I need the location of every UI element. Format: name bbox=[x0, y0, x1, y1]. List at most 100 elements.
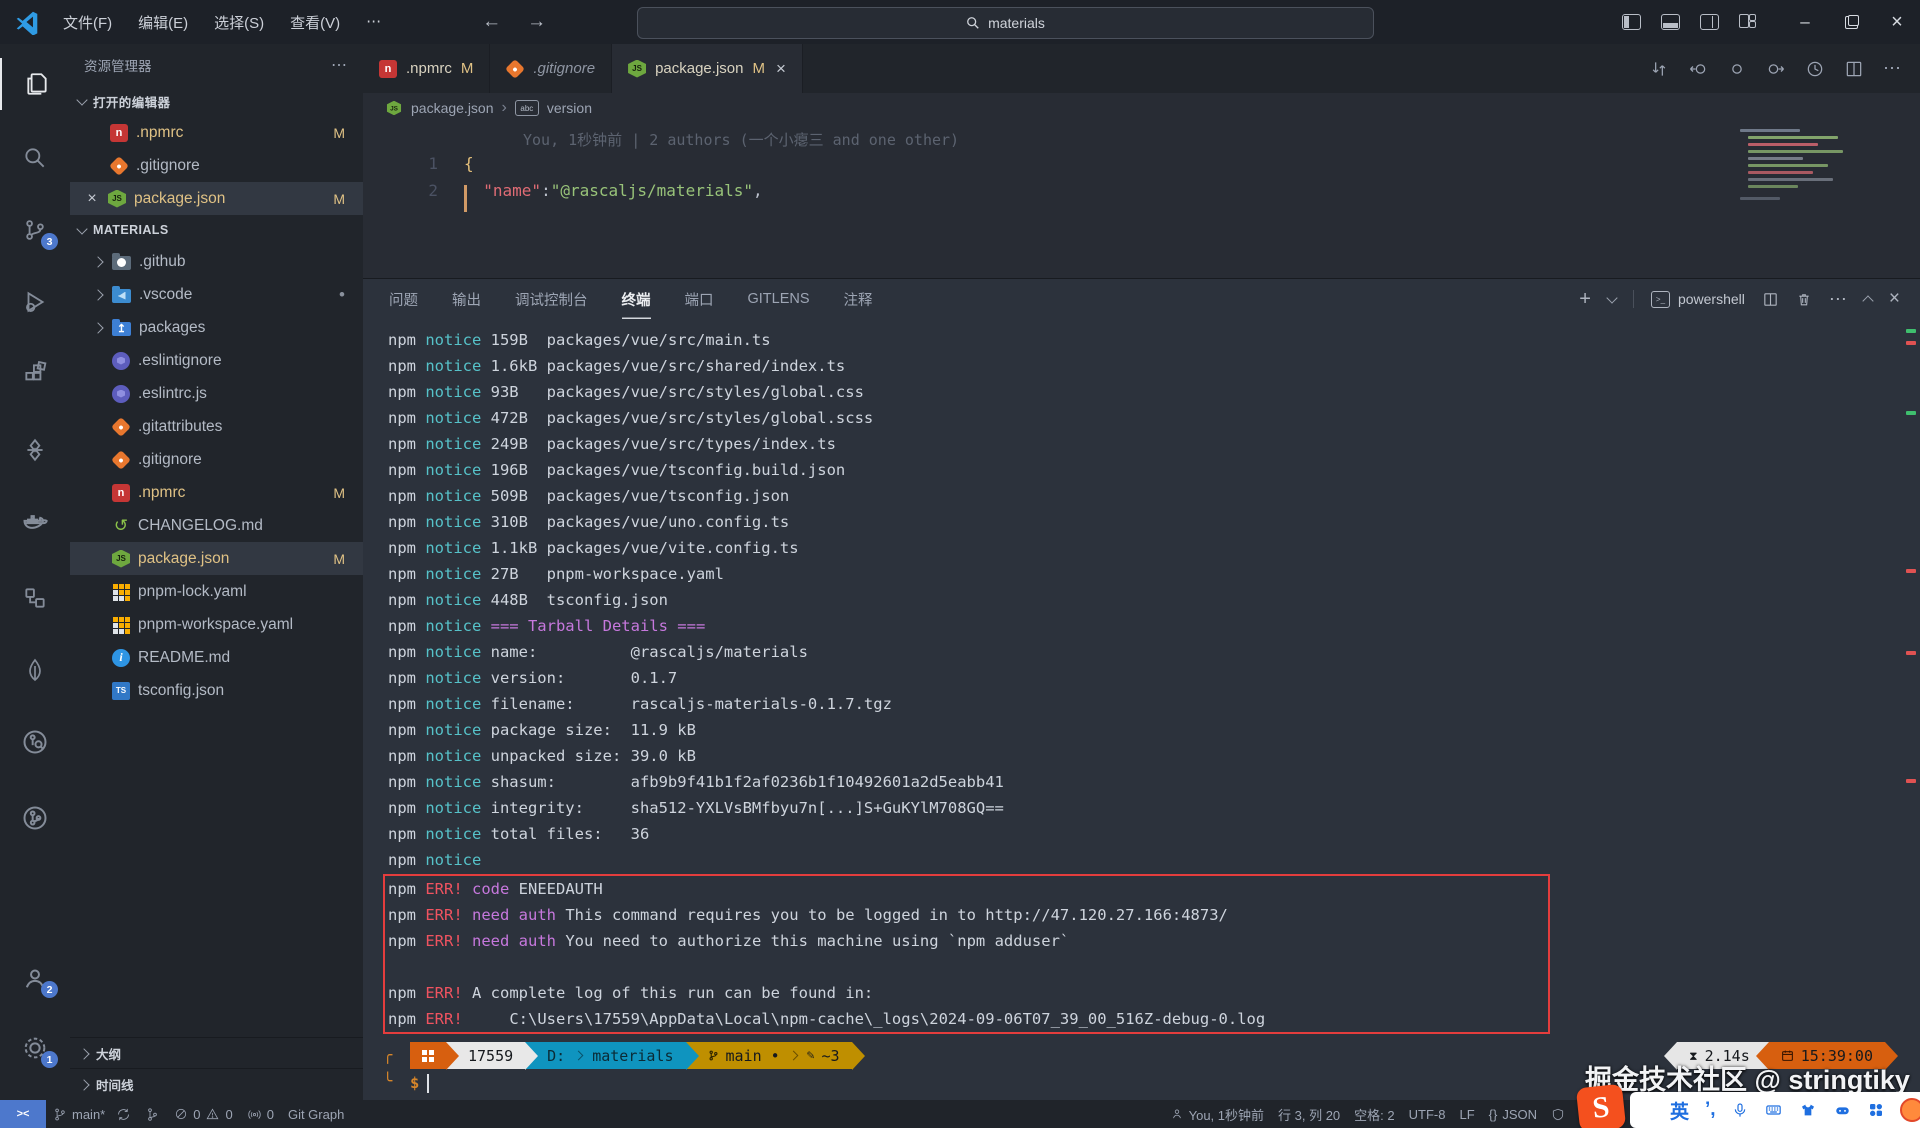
cursor-position-status[interactable]: 行 3, 列 20 bbox=[1271, 1100, 1347, 1128]
explorer-icon[interactable] bbox=[0, 58, 72, 110]
nav-back-icon[interactable]: ← bbox=[482, 11, 501, 33]
open-editor-item-active[interactable]: × package.json M bbox=[70, 182, 363, 215]
keyboard-icon[interactable] bbox=[1764, 1102, 1783, 1118]
tab-gitignore[interactable]: .gitignore bbox=[490, 44, 612, 93]
problems-status[interactable]: 0 0 bbox=[167, 1100, 239, 1128]
feedback-status[interactable]: 0 bbox=[240, 1100, 281, 1128]
toggle-panel-icon[interactable] bbox=[1661, 14, 1680, 30]
menu-edit[interactable]: 编辑(E) bbox=[127, 8, 199, 37]
sogou-logo-icon[interactable]: S bbox=[1576, 1084, 1626, 1128]
toolbox-grid-icon[interactable] bbox=[1868, 1102, 1884, 1118]
git-graph-icon[interactable] bbox=[0, 792, 70, 844]
uno-extension-icon[interactable] bbox=[0, 424, 70, 476]
menu-more[interactable]: ⋯ bbox=[355, 8, 392, 37]
ime-punctuation-toggle[interactable]: ’, bbox=[1705, 1099, 1716, 1121]
terminal-instance-powershell[interactable]: >_ powershell bbox=[1651, 291, 1745, 308]
open-editors-header[interactable]: 打开的编辑器 bbox=[70, 86, 363, 116]
git-graph-status-icon[interactable] bbox=[138, 1100, 167, 1128]
tree-item[interactable]: .eslintrc.js bbox=[70, 377, 363, 410]
gitlens-status-icon[interactable] bbox=[1544, 1100, 1572, 1128]
command-search-input[interactable]: materials bbox=[637, 7, 1374, 39]
menu-selection[interactable]: 选择(S) bbox=[203, 8, 275, 37]
gitlens-icon[interactable] bbox=[0, 716, 70, 768]
tree-item[interactable]: package.json M bbox=[70, 542, 363, 575]
tab-problems[interactable]: 问题 bbox=[389, 279, 418, 319]
tree-item[interactable]: CHANGELOG.md bbox=[70, 509, 363, 542]
run-debug-icon[interactable] bbox=[0, 276, 70, 328]
tree-item[interactable]: .vscode • bbox=[70, 278, 363, 311]
tree-item[interactable]: .github bbox=[70, 245, 363, 278]
tab-gitlens[interactable]: GITLENS bbox=[748, 279, 810, 319]
tab-npmrc[interactable]: .npmrc M bbox=[363, 44, 490, 93]
project-root-header[interactable]: MATERIALS bbox=[70, 215, 363, 245]
tab-ports[interactable]: 端口 bbox=[685, 279, 714, 319]
eol-status[interactable]: LF bbox=[1452, 1100, 1481, 1128]
maximize-panel-icon[interactable] bbox=[1862, 295, 1873, 306]
terminal-dropdown-icon[interactable] bbox=[1606, 292, 1617, 303]
outline-section[interactable]: 大纲 bbox=[70, 1037, 363, 1069]
close-icon[interactable]: × bbox=[84, 190, 100, 208]
breadcrumb[interactable]: package.json › abc version bbox=[363, 93, 1920, 123]
remote-explorer-icon[interactable] bbox=[0, 572, 70, 624]
source-control-icon[interactable]: 3 bbox=[0, 204, 70, 256]
microphone-icon[interactable] bbox=[1732, 1101, 1748, 1119]
menu-view[interactable]: 查看(V) bbox=[279, 8, 351, 37]
tree-item[interactable]: tsconfig.json bbox=[70, 674, 363, 707]
kill-terminal-trash-icon[interactable] bbox=[1796, 291, 1812, 308]
extensions-icon[interactable] bbox=[0, 348, 70, 400]
toggle-secondary-sidebar-icon[interactable] bbox=[1700, 14, 1719, 30]
docker-icon[interactable] bbox=[0, 496, 70, 548]
open-editor-item[interactable]: .npmrc M bbox=[70, 116, 363, 149]
open-editor-item[interactable]: .gitignore bbox=[70, 149, 363, 182]
current-change-icon[interactable] bbox=[1727, 59, 1747, 79]
tree-item[interactable]: pnpm-lock.yaml bbox=[70, 575, 363, 608]
more-actions-icon[interactable]: ⋯ bbox=[1883, 58, 1902, 79]
ime-language-toggle[interactable]: 英 bbox=[1670, 1097, 1689, 1124]
terminal[interactable]: npm notice159Bpackages/vue/src/main.ts n… bbox=[363, 319, 1920, 1100]
tab-output[interactable]: 输出 bbox=[452, 279, 481, 319]
next-change-icon[interactable] bbox=[1766, 59, 1786, 79]
ime-emoji-icon[interactable] bbox=[1900, 1098, 1920, 1122]
close-icon[interactable]: × bbox=[776, 59, 786, 79]
game-controller-icon[interactable] bbox=[1833, 1103, 1852, 1118]
new-terminal-icon[interactable]: + bbox=[1579, 288, 1591, 311]
tab-terminal[interactable]: 终端 bbox=[622, 279, 651, 319]
settings-gear-icon[interactable]: 1 bbox=[0, 1022, 70, 1074]
blame-status[interactable]: You, 1秒钟前 bbox=[1163, 1100, 1271, 1128]
close-panel-icon[interactable]: × bbox=[1889, 288, 1900, 310]
search-icon[interactable] bbox=[0, 132, 70, 184]
remote-indicator[interactable]: >< bbox=[0, 1100, 46, 1128]
git-graph-status[interactable]: Git Graph bbox=[281, 1100, 351, 1128]
tab-package-json[interactable]: package.json M × bbox=[612, 44, 803, 93]
timeline-section[interactable]: 时间线 bbox=[70, 1068, 363, 1100]
split-editor-icon[interactable] bbox=[1844, 59, 1864, 79]
tab-debug-console[interactable]: 调试控制台 bbox=[515, 279, 588, 319]
git-compare-icon[interactable] bbox=[1649, 59, 1669, 79]
restore-button[interactable] bbox=[1828, 0, 1874, 44]
customize-layout-icon[interactable] bbox=[1739, 14, 1756, 28]
minimize-button[interactable]: – bbox=[1782, 0, 1828, 44]
skin-shirt-icon[interactable] bbox=[1799, 1102, 1817, 1118]
panel-more-icon[interactable]: ⋯ bbox=[1829, 289, 1847, 310]
minimap[interactable] bbox=[1740, 127, 1858, 215]
mongodb-icon[interactable] bbox=[0, 644, 70, 696]
tree-item[interactable]: README.md bbox=[70, 641, 363, 674]
code-editor[interactable]: You, 1秒钟前 | 2 authors (一个小瘪三 and one oth… bbox=[363, 123, 1920, 278]
sidebar-more-icon[interactable]: ⋯ bbox=[331, 55, 349, 75]
timeline-history-icon[interactable] bbox=[1805, 59, 1825, 79]
sync-icon[interactable] bbox=[116, 1107, 131, 1122]
tree-item[interactable]: pnpm-workspace.yaml bbox=[70, 608, 363, 641]
tree-item[interactable]: packages bbox=[70, 311, 363, 344]
tree-item[interactable]: .gitignore bbox=[70, 443, 363, 476]
branch-status[interactable]: main* bbox=[46, 1100, 138, 1128]
split-terminal-icon[interactable] bbox=[1762, 291, 1779, 308]
tree-item[interactable]: .gitattributes bbox=[70, 410, 363, 443]
tree-item[interactable]: .eslintignore bbox=[70, 344, 363, 377]
nav-forward-icon[interactable]: → bbox=[527, 11, 546, 33]
previous-change-icon[interactable] bbox=[1688, 59, 1708, 79]
tab-comments[interactable]: 注释 bbox=[844, 279, 873, 319]
encoding-status[interactable]: UTF-8 bbox=[1402, 1100, 1453, 1128]
tree-item[interactable]: .npmrc M bbox=[70, 476, 363, 509]
accounts-icon[interactable]: 2 bbox=[0, 952, 70, 1004]
language-mode-status[interactable]: {}JSON bbox=[1482, 1100, 1544, 1128]
